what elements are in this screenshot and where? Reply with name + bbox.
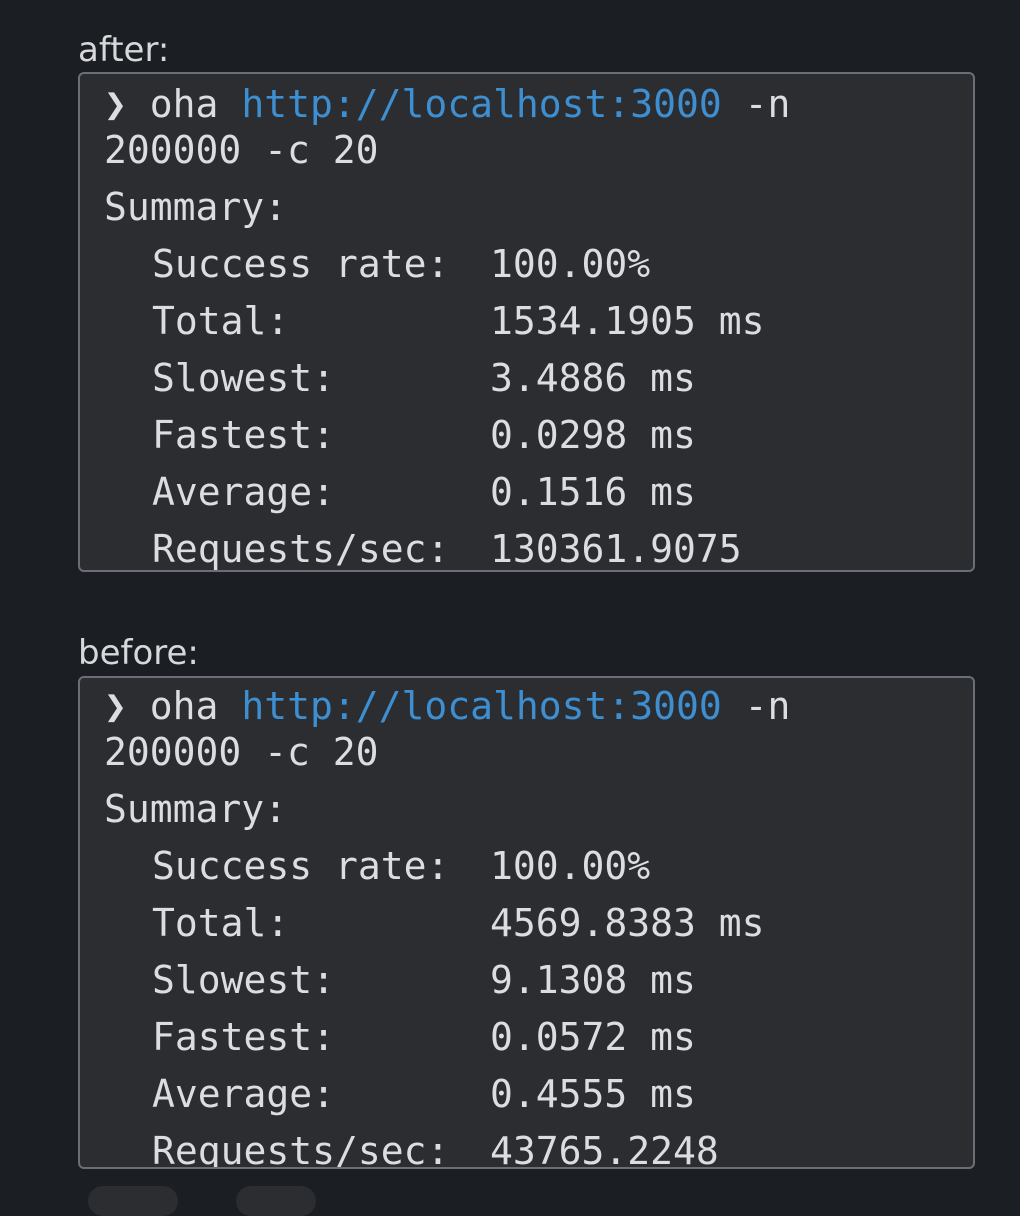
row-label-success-rate: Success rate:: [152, 844, 450, 888]
reaction-pill[interactable]: [236, 1186, 316, 1216]
row-value-total: 4569.8383 ms: [490, 901, 765, 945]
command-line-1: ❯ oha http://localhost:3000 -n: [104, 684, 790, 728]
after-label: after:: [78, 30, 170, 70]
row-value-fastest: 0.0572 ms: [490, 1015, 696, 1059]
row-value-fastest: 0.0298 ms: [490, 413, 696, 457]
row-label-slowest: Slowest:: [152, 958, 336, 1002]
command-flag-n: -n: [744, 684, 791, 728]
row-label-total: Total:: [152, 299, 290, 343]
command-url: http://localhost:3000: [241, 684, 722, 728]
summary-title: Summary:: [104, 787, 288, 831]
row-label-average: Average:: [152, 1072, 336, 1116]
command-flag-n: -n: [744, 82, 791, 126]
prompt-chevron-icon: ❯: [104, 684, 127, 728]
command-url: http://localhost:3000: [241, 82, 722, 126]
command-program: oha: [149, 82, 219, 126]
prompt-chevron-icon: ❯: [104, 82, 127, 126]
command-line-1: ❯ oha http://localhost:3000 -n: [104, 82, 790, 126]
row-label-requests-per-sec: Requests/sec:: [152, 1129, 450, 1169]
summary-title: Summary:: [104, 185, 288, 229]
reaction-pill[interactable]: [88, 1186, 178, 1216]
row-value-requests-per-sec: 130361.9075: [490, 527, 742, 571]
command-line-2: 200000 -c 20: [104, 730, 379, 774]
row-label-fastest: Fastest:: [152, 1015, 336, 1059]
before-label: before:: [78, 633, 199, 673]
row-value-slowest: 3.4886 ms: [490, 356, 696, 400]
row-value-requests-per-sec: 43765.2248: [490, 1129, 719, 1169]
command-line-2: 200000 -c 20: [104, 128, 379, 172]
command-program: oha: [149, 684, 219, 728]
row-value-success-rate: 100.00%: [490, 242, 651, 286]
row-label-success-rate: Success rate:: [152, 242, 450, 286]
row-value-average: 0.4555 ms: [490, 1072, 696, 1116]
row-label-fastest: Fastest:: [152, 413, 336, 457]
row-label-slowest: Slowest:: [152, 356, 336, 400]
row-label-requests-per-sec: Requests/sec:: [152, 527, 450, 571]
row-value-average: 0.1516 ms: [490, 470, 696, 514]
terminal-output-after: ❯ oha http://localhost:3000 -n 200000 -c…: [78, 72, 975, 572]
row-value-success-rate: 100.00%: [490, 844, 651, 888]
row-value-slowest: 9.1308 ms: [490, 958, 696, 1002]
terminal-output-before: ❯ oha http://localhost:3000 -n 200000 -c…: [78, 676, 975, 1169]
row-label-average: Average:: [152, 470, 336, 514]
row-label-total: Total:: [152, 901, 290, 945]
row-value-total: 1534.1905 ms: [490, 299, 765, 343]
